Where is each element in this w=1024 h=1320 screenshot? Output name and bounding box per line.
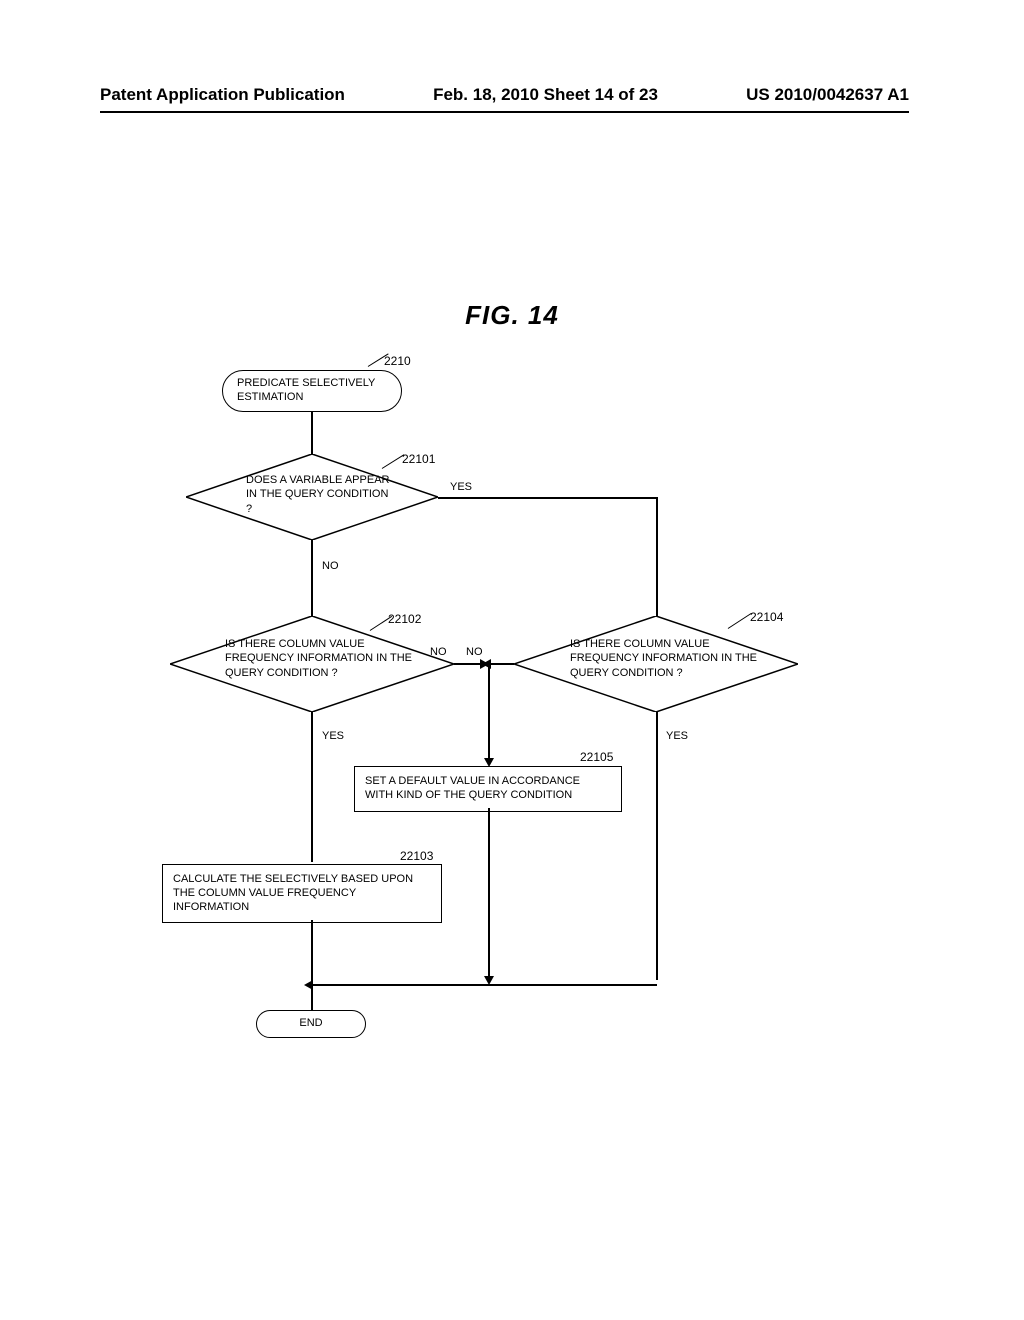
flow-line [311, 412, 313, 454]
header-left: Patent Application Publication [100, 85, 345, 105]
label-no-2: NO [430, 646, 447, 658]
header-center: Feb. 18, 2010 Sheet 14 of 23 [433, 85, 658, 105]
process-calculate-text: CALCULATE THE SELECTIVELY BASED UPON THE… [173, 873, 413, 913]
terminator-end: END [256, 1010, 366, 1038]
header-right: US 2010/0042637 A1 [746, 85, 909, 105]
process-default-text: SET A DEFAULT VALUE IN ACCORDANCE WITH K… [365, 775, 580, 801]
label-no-1: NO [322, 560, 339, 572]
ref-2210: 2210 [384, 354, 411, 368]
flow-line [438, 497, 658, 499]
process-default: SET A DEFAULT VALUE IN ACCORDANCE WITH K… [354, 766, 622, 812]
flow-line [454, 663, 482, 665]
end-text: END [299, 1017, 322, 1029]
flow-line [656, 712, 658, 980]
flowchart: PREDICATE SELECTIVELY ESTIMATION 2210 DO… [130, 360, 890, 1060]
patent-header: Patent Application Publication Feb. 18, … [100, 85, 909, 113]
page: Patent Application Publication Feb. 18, … [0, 0, 1024, 1320]
ref-22101: 22101 [402, 452, 435, 466]
flow-line [311, 712, 313, 862]
label-yes-1: YES [450, 481, 472, 493]
ref-22105: 22105 [580, 750, 613, 764]
terminator-start: PREDICATE SELECTIVELY ESTIMATION [222, 370, 402, 412]
ref-22104: 22104 [750, 610, 783, 624]
label-yes-3: YES [666, 730, 688, 742]
arrowhead-icon [482, 659, 491, 669]
flow-line [488, 808, 490, 980]
flow-line [656, 497, 658, 616]
start-text: PREDICATE SELECTIVELY ESTIMATION [237, 377, 375, 403]
flow-line [311, 984, 657, 986]
flow-line [311, 920, 313, 984]
decision-22104-text: IS THERE COLUMN VALUE FREQUENCY INFORMAT… [570, 637, 760, 680]
flow-line [311, 540, 313, 616]
decision-22102-text: IS THERE COLUMN VALUE FREQUENCY INFORMAT… [225, 637, 415, 680]
ref-22103: 22103 [400, 849, 433, 863]
flow-line [488, 663, 490, 761]
process-calculate: CALCULATE THE SELECTIVELY BASED UPON THE… [162, 864, 442, 923]
figure-title: FIG. 14 [0, 300, 1024, 331]
flow-line [311, 984, 313, 1010]
decision-22101-text: DOES A VARIABLE APPEAR IN THE QUERY COND… [246, 473, 396, 516]
flow-line [490, 663, 514, 665]
label-yes-2: YES [322, 730, 344, 742]
label-no-3: NO [466, 646, 483, 658]
ref-22102: 22102 [388, 612, 421, 626]
